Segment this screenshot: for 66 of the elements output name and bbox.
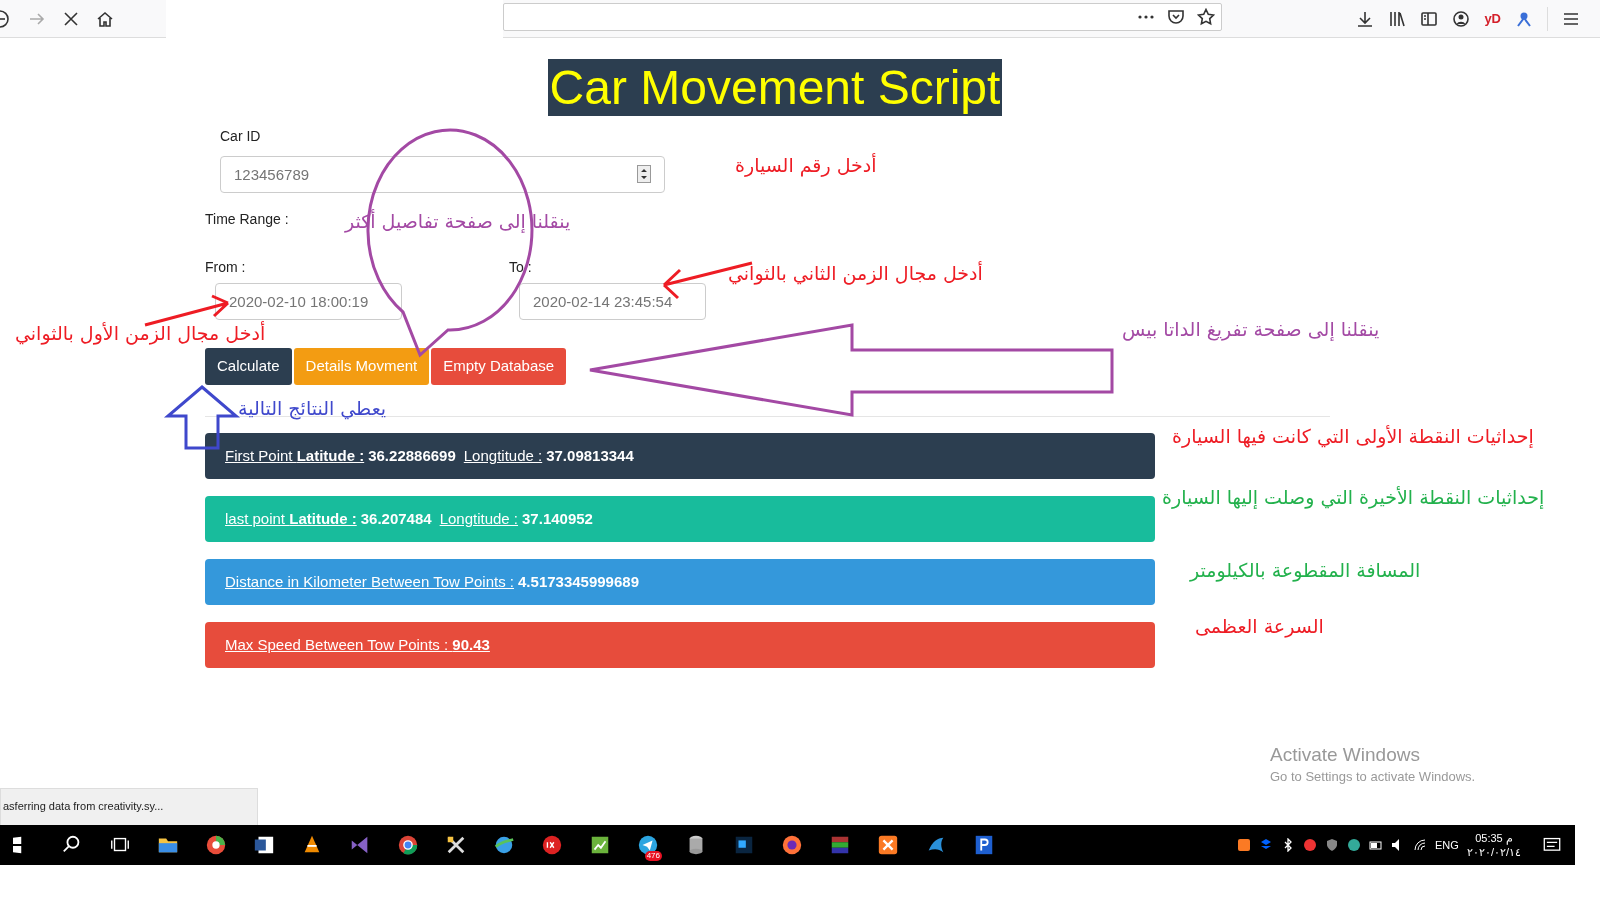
result-value: 37.09813344 — [546, 445, 634, 466]
globe-icon[interactable] — [493, 834, 515, 856]
circle-icon[interactable] — [541, 834, 563, 856]
action-button[interactable]: Empty Database — [431, 348, 567, 385]
sidebar-icon[interactable] — [1420, 9, 1439, 28]
download-icon[interactable] — [1356, 9, 1375, 28]
tray-icon[interactable] — [1303, 838, 1318, 852]
stack-icon[interactable] — [829, 834, 851, 856]
notification-badge: 476 — [644, 851, 662, 861]
home-icon[interactable] — [96, 9, 114, 28]
spinner-icon[interactable] — [637, 165, 651, 183]
notification-icon[interactable] — [1543, 836, 1561, 854]
result-value: 36.207484 — [360, 508, 432, 529]
chart-icon[interactable] — [589, 834, 611, 856]
result-link[interactable]: Max Speed Between Tow Points : 90.43 — [225, 633, 490, 657]
circle-icon[interactable] — [781, 834, 803, 856]
date-field[interactable]: 2020-02-10 18:00:19 — [215, 283, 402, 320]
result-link[interactable]: First Point Latitude : — [225, 444, 365, 468]
clock-date[interactable]: ٢٠٢٠/٠٢/١٤ — [1466, 845, 1521, 860]
square-icon[interactable] — [733, 834, 755, 856]
status-text: asferring data from creativity.sy... — [0, 788, 258, 826]
clock-time[interactable]: 05:35 م — [1466, 830, 1521, 845]
star-icon[interactable] — [1197, 7, 1215, 26]
shield-icon[interactable] — [1167, 7, 1185, 26]
square-icon[interactable] — [877, 834, 899, 856]
square-icon[interactable] — [973, 834, 995, 856]
page-title: Car Movement Script — [547, 59, 1003, 116]
annotation-text: إحداثيات النقطة الأولى التي كانت فيها السيارة — [1172, 425, 1534, 448]
annotation-text: السرعة العظمى — [1195, 615, 1324, 638]
result-value: 37.140952 — [522, 508, 593, 529]
annotation-text: المسافة المقطوعة بالكيلومتر — [1190, 559, 1421, 582]
account-icon[interactable] — [1452, 9, 1471, 28]
wifi-icon[interactable] — [1413, 838, 1428, 852]
annotation-text: أدخل رقم السيارة — [735, 154, 877, 177]
result-value: 36.22886699 — [368, 445, 456, 466]
field-label: Time Range : — [205, 210, 289, 229]
circle-icon[interactable] — [205, 834, 227, 856]
result-link[interactable]: Longtitude : — [463, 444, 543, 468]
field-label: From : — [205, 258, 246, 277]
language-indicator[interactable]: ENG — [1435, 836, 1459, 854]
annotation-text: إحداثيات النقطة الأخيرة التي وصلت إليها السيارة — [1162, 486, 1545, 509]
tools-icon[interactable] — [445, 834, 467, 856]
car-id-field[interactable]: 123456789 — [220, 156, 665, 193]
paper-plane-icon[interactable] — [637, 834, 659, 856]
annotation-text: أدخل مجال الزمن الثاني بالثواني — [728, 262, 983, 285]
activation-title: Activate Windows — [1270, 743, 1420, 767]
field-label: Car ID — [220, 127, 261, 146]
annotation-text: ينقلنا إلى صفحة تفريغ الداتا بيس — [1122, 318, 1380, 341]
close-icon[interactable] — [62, 9, 80, 28]
annotation-text: أدخل مجال الزمن الأول بالثواني — [15, 322, 266, 345]
result-value: 4.5173345999689 — [518, 571, 639, 592]
circle-icon[interactable] — [397, 834, 419, 856]
result-link[interactable]: Distance in Kilometer Between Tow Points : — [225, 570, 515, 594]
extension-button[interactable]: yD — [1484, 8, 1501, 29]
activation-text: Go to Settings to activate Windows. — [1270, 768, 1476, 786]
action-button[interactable]: Calculate — [205, 348, 292, 385]
tray-icon[interactable] — [1237, 838, 1252, 852]
back-icon[interactable] — [0, 9, 12, 28]
library-icon[interactable] — [1388, 9, 1407, 28]
annotation-text: يعطي النتائج التالية — [238, 397, 387, 420]
battery-icon[interactable] — [1369, 838, 1384, 852]
document-icon[interactable] — [253, 834, 275, 856]
field-label: To : — [509, 258, 532, 277]
shield-icon[interactable] — [1325, 838, 1340, 852]
tray-icon[interactable] — [1347, 838, 1362, 852]
date-field[interactable]: 2020-02-14 23:45:54 — [519, 283, 706, 320]
